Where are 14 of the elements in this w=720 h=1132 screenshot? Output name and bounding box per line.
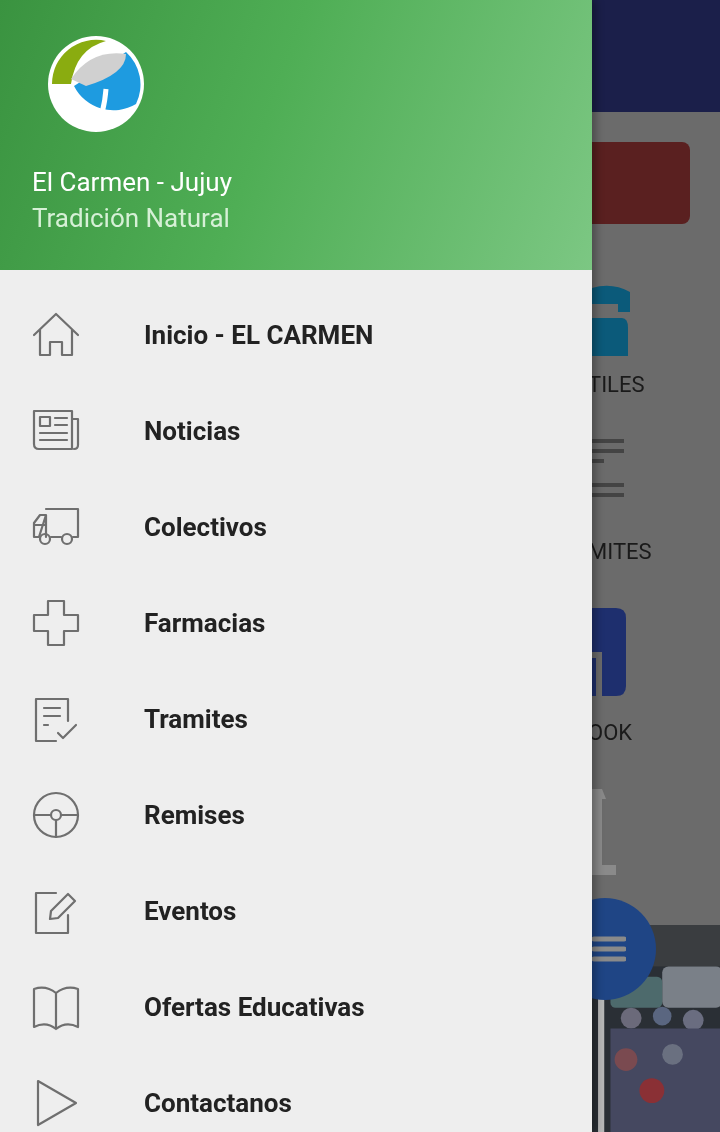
logo-icon	[46, 34, 146, 134]
steering-wheel-icon	[30, 789, 82, 841]
menu-item[interactable]: Farmacias	[0, 575, 592, 671]
menu-item[interactable]: Remises	[0, 767, 592, 863]
menu-item[interactable]: Ofertas Educativas	[0, 959, 592, 1055]
menu-item[interactable]: Tramites	[0, 671, 592, 767]
menu-item[interactable]: Contactanos	[0, 1055, 592, 1132]
menu-icon	[592, 936, 626, 962]
drawer-title: El Carmen - Jujuy	[32, 166, 233, 199]
medical-cross-icon	[30, 597, 82, 649]
telephone-icon	[592, 284, 632, 356]
menu-item[interactable]: Colectivos	[0, 479, 592, 575]
menu-item[interactable]: Eventos	[0, 863, 592, 959]
drawer-subtitle: Tradición Natural	[32, 202, 231, 235]
